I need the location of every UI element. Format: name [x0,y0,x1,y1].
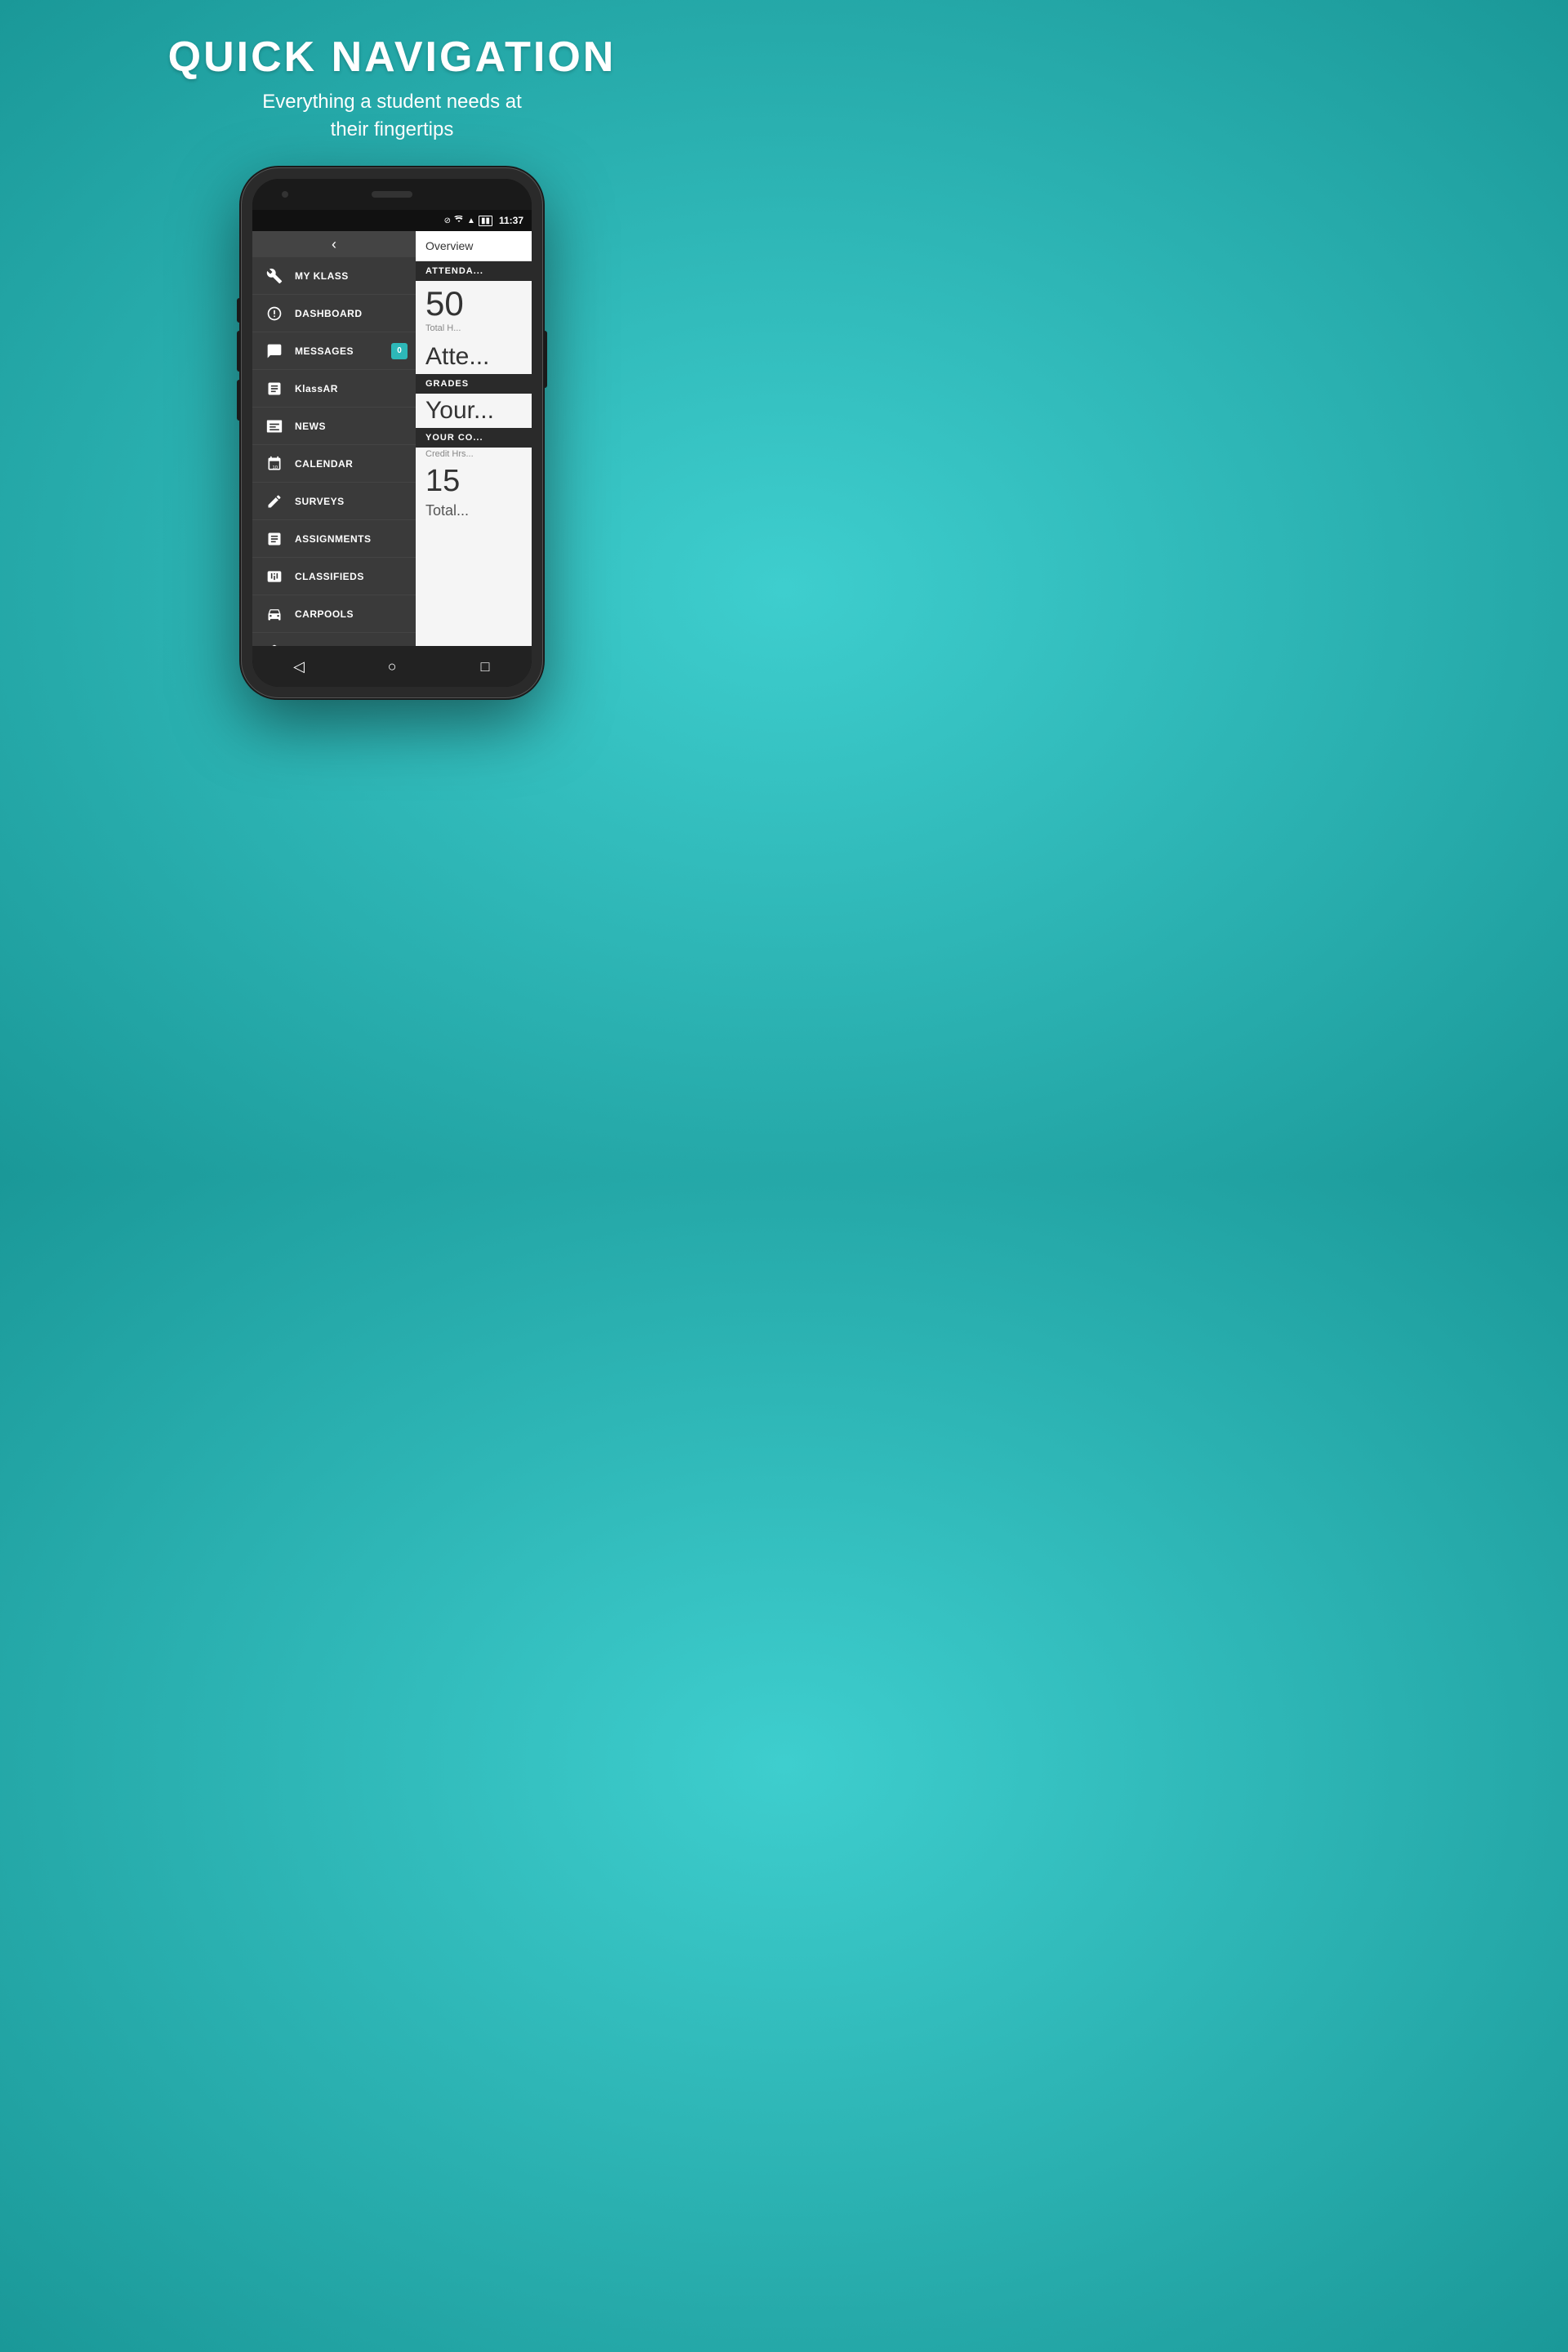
nav-item-messages[interactable]: MESSAGES 0 [252,332,416,370]
assignments-icon [264,528,285,550]
nav-item-calendar[interactable]: 10 CALENDAR [252,445,416,483]
phone-mockup: ⊘ ▲ ▮▮ 11:37 ‹ [241,167,543,698]
nav-item-dashboard[interactable]: DASHBOARD [252,295,416,332]
total-text: Total... [416,499,532,523]
nav-label-calendar: CALENDAR [295,458,353,470]
recent-nav-icon: □ [481,658,490,675]
back-nav-button[interactable]: ◁ [283,650,315,683]
battery-icon: ▮▮ [479,216,492,226]
nav-item-my-klass[interactable]: MY KLASS [252,257,416,295]
back-nav-icon: ◁ [293,658,305,675]
page-title: QUICK NAVIGATION [168,33,617,82]
app-content: ‹ MY KLASS DASHBOARD [252,231,532,646]
nav-drawer: ‹ MY KLASS DASHBOARD [252,231,416,646]
recent-nav-button[interactable]: □ [469,650,501,683]
credit-number: 15 [416,461,532,499]
svg-text:10: 10 [273,466,278,470]
overview-tab-label[interactable]: Overview [416,231,532,261]
power-button [543,331,547,388]
wrench-icon [264,265,285,287]
speaker-grill [372,191,412,198]
phone-screen: ⊘ ▲ ▮▮ 11:37 ‹ [252,179,532,687]
attendance-header: ATTENDA... [416,261,532,281]
nav-label-my-klass: MY KLASS [295,270,349,282]
camera-dot [282,191,288,198]
back-arrow-icon: ‹ [332,236,336,253]
attendance-text: Atte... [416,340,532,374]
classifieds-icon [264,566,285,587]
nav-label-assignments: ASSIGNMENTS [295,533,372,545]
credit-label: Credit Hrs... [416,448,532,461]
attendance-sub-label: Total H... [416,323,532,340]
surveys-icon [264,491,285,512]
nav-item-assignments[interactable]: ASSIGNMENTS [252,520,416,558]
nav-label-messages: MESSAGES [295,345,354,357]
nav-label-news: NEWS [295,421,326,432]
status-time: 11:37 [499,215,523,226]
home-nav-icon: ○ [388,658,397,675]
overview-panel: Overview ATTENDA... 50 Total H... Atte..… [416,231,532,646]
mute-button [237,380,241,421]
volume-up-button [237,298,241,323]
nav-item-surveys[interactable]: SURVEYS [252,483,416,520]
grades-header: GRADES [416,374,532,394]
nav-item-klassar[interactable]: KlassAR [252,370,416,408]
courses-header: YOUR CO... [416,428,532,448]
nav-label-klassar: KlassAR [295,383,338,394]
signal-icon: ▲ [467,216,475,225]
volume-down-button [237,331,241,372]
nav-label-surveys: SURVEYS [295,496,345,507]
klassar-icon [264,378,285,399]
nav-label-carpools: CARPOOLS [295,608,354,620]
nav-item-carpools[interactable]: CARPOOLS [252,595,416,633]
page-subtitle: Everything a student needs attheir finge… [168,88,617,143]
attendance-number: 50 [416,281,532,323]
news-icon [264,416,285,437]
calendar-icon: 10 [264,453,285,474]
home-nav-button[interactable]: ○ [376,650,408,683]
wifi-icon [454,216,464,226]
messages-icon [264,341,285,362]
carpools-icon [264,604,285,625]
phone-notch [252,179,532,210]
nav-item-forms[interactable]: FORMS [252,633,416,646]
no-sim-icon: ⊘ [444,216,451,225]
dashboard-icon [264,303,285,324]
nav-item-news[interactable]: NEWS [252,408,416,445]
page-header: QUICK NAVIGATION Everything a student ne… [168,0,617,159]
status-bar: ⊘ ▲ ▮▮ 11:37 [252,210,532,231]
nav-item-classifieds[interactable]: CLASSIFIEDS [252,558,416,595]
drawer-back-button[interactable]: ‹ [252,231,416,257]
phone-body: ⊘ ▲ ▮▮ 11:37 ‹ [241,167,543,698]
bottom-nav: ◁ ○ □ [252,646,532,687]
nav-label-classifieds: CLASSIFIEDS [295,571,364,582]
messages-badge: 0 [391,343,408,359]
grades-text: Your... [416,394,532,428]
nav-label-dashboard: DASHBOARD [295,308,363,319]
status-icons: ⊘ ▲ ▮▮ 11:37 [444,215,523,226]
